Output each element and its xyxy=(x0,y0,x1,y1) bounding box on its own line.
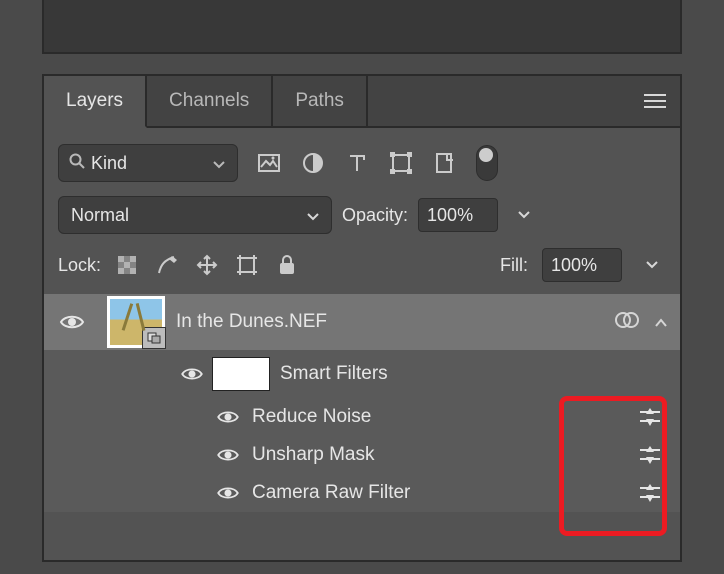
filter-blending-options-icon[interactable] xyxy=(620,445,680,465)
filter-kind-dropdown[interactable]: Kind xyxy=(58,144,238,182)
filter-blend-options-icon[interactable] xyxy=(614,311,640,334)
filter-type-icon[interactable] xyxy=(344,150,370,176)
opacity-label: Opacity: xyxy=(342,205,408,226)
tab-layers-label: Layers xyxy=(66,90,123,112)
visibility-toggle-icon[interactable] xyxy=(216,485,240,501)
smart-filter-row[interactable]: Reduce Noise xyxy=(44,398,680,436)
smart-filters-mask-thumbnail[interactable] xyxy=(212,357,270,391)
fill-label: Fill: xyxy=(500,255,528,276)
visibility-toggle-icon[interactable] xyxy=(59,313,85,331)
search-icon xyxy=(69,153,85,174)
filter-blending-options-icon[interactable] xyxy=(620,483,680,503)
filter-blending-options-icon[interactable] xyxy=(620,407,680,427)
lock-artboard-icon[interactable] xyxy=(235,253,259,277)
tab-filler xyxy=(368,76,680,126)
smart-filters-header-row[interactable]: Smart Filters xyxy=(44,350,680,398)
lock-icons xyxy=(115,253,299,277)
smart-filter-name: Reduce Noise xyxy=(252,406,620,428)
lock-image-icon[interactable] xyxy=(155,253,179,277)
blend-mode-label: Normal xyxy=(71,205,129,226)
panel-above-placeholder xyxy=(42,0,682,54)
opacity-value: 100% xyxy=(427,205,473,226)
lock-transparent-icon[interactable] xyxy=(115,253,139,277)
filter-adjustment-icon[interactable] xyxy=(300,150,326,176)
opacity-flyout-chevron[interactable] xyxy=(510,199,538,231)
filter-smartobject-icon[interactable] xyxy=(432,150,458,176)
smart-filter-row[interactable]: Unsharp Mask xyxy=(44,436,680,474)
blend-mode-dropdown[interactable]: Normal xyxy=(58,196,332,234)
filter-pixel-icon[interactable] xyxy=(256,150,282,176)
lock-label: Lock: xyxy=(58,255,101,276)
visibility-toggle-icon[interactable] xyxy=(180,366,204,382)
smart-filter-row[interactable]: Camera Raw Filter xyxy=(44,474,680,512)
tab-paths-label: Paths xyxy=(295,90,344,112)
smart-object-badge-icon xyxy=(142,327,166,349)
layer-row-main[interactable]: In the Dunes.NEF xyxy=(44,294,680,350)
tab-channels-label: Channels xyxy=(169,90,249,112)
collapse-chevron-icon[interactable] xyxy=(654,312,668,333)
layer-name-label: In the Dunes.NEF xyxy=(176,311,614,333)
lock-position-icon[interactable] xyxy=(195,253,219,277)
visibility-toggle-icon[interactable] xyxy=(216,447,240,463)
opacity-value-field[interactable]: 100% xyxy=(418,198,498,232)
tab-channels[interactable]: Channels xyxy=(147,76,273,126)
tab-layers[interactable]: Layers xyxy=(44,76,147,128)
visibility-toggle-icon[interactable] xyxy=(216,409,240,425)
chevron-down-icon xyxy=(307,205,319,226)
blend-opacity-row: Normal Opacity: 100% xyxy=(44,192,680,244)
fill-flyout-chevron[interactable] xyxy=(638,249,666,281)
smart-filter-name: Camera Raw Filter xyxy=(252,482,620,504)
lock-all-icon[interactable] xyxy=(275,253,299,277)
panel-tabs: Layers Channels Paths xyxy=(44,76,680,128)
chevron-down-icon xyxy=(213,153,225,174)
smart-filters-label: Smart Filters xyxy=(280,363,620,385)
layer-thumbnail[interactable] xyxy=(107,296,165,348)
fill-value-field[interactable]: 100% xyxy=(542,248,622,282)
tab-paths[interactable]: Paths xyxy=(273,76,368,126)
layers-panel: Layers Channels Paths Kind xyxy=(42,74,682,562)
filter-shape-icon[interactable] xyxy=(388,150,414,176)
filter-toggle[interactable] xyxy=(476,145,498,181)
fill-value: 100% xyxy=(551,255,597,276)
filter-kind-label: Kind xyxy=(91,153,127,174)
lock-fill-row: Lock: Fill: 100% xyxy=(44,244,680,294)
layers-list: In the Dunes.NEF Smart Filters xyxy=(44,294,680,512)
panel-menu-icon[interactable] xyxy=(644,93,666,109)
filter-type-row: Kind xyxy=(44,128,680,192)
smart-filter-name: Unsharp Mask xyxy=(252,444,620,466)
